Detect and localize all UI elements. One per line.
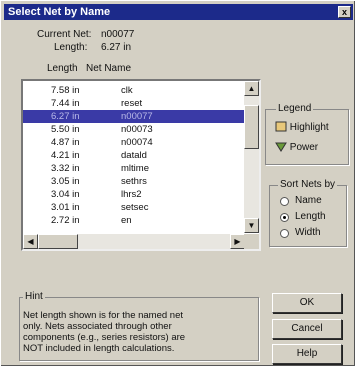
- length-value: 6.27 in: [101, 42, 132, 53]
- net-name: datald: [121, 150, 147, 161]
- cancel-button[interactable]: Cancel: [272, 319, 342, 339]
- legend-power-label: Power: [289, 142, 319, 153]
- scroll-left-button[interactable]: ◀: [23, 234, 38, 249]
- legend-highlight: Highlight: [275, 121, 329, 133]
- net-row[interactable]: 3.01 in setsec: [23, 201, 245, 214]
- sort-name-radio[interactable]: [280, 197, 289, 206]
- net-length: 7.44 in: [51, 98, 80, 109]
- net-row[interactable]: 5.50 in n00073: [23, 123, 245, 136]
- net-length: 3.01 in: [51, 202, 80, 213]
- net-name: n00074: [121, 137, 153, 148]
- net-length: 3.04 in: [51, 189, 80, 200]
- legend-group: [265, 109, 349, 165]
- net-row[interactable]: 2.72 in en: [23, 214, 245, 227]
- vertical-scroll-thumb[interactable]: [244, 105, 259, 149]
- net-row[interactable]: 3.04 in lhrs2: [23, 188, 245, 201]
- hint-line: only. Nets associated through other: [23, 321, 172, 332]
- hint-line: components (e.g., series resistors) are: [23, 332, 186, 343]
- hint-title: Hint: [23, 291, 45, 302]
- title-bar: Select Net by Name x: [4, 4, 353, 20]
- scrollbar-corner: [244, 234, 259, 249]
- arrow-down-icon: ▼: [247, 221, 256, 230]
- vertical-scrollbar[interactable]: ▲ ▼: [244, 81, 259, 233]
- legend-title: Legend: [276, 103, 314, 114]
- net-name: n00073: [121, 124, 153, 135]
- net-row[interactable]: 3.32 in mltime: [23, 162, 245, 175]
- arrow-up-icon: ▲: [247, 84, 256, 93]
- column-header-net-name[interactable]: Net Name: [86, 63, 131, 74]
- net-length: 3.05 in: [51, 176, 80, 187]
- length-label: Length:: [54, 42, 88, 53]
- sort-width-radio[interactable]: [280, 229, 289, 238]
- power-icon: [275, 142, 287, 152]
- net-row[interactable]: 4.21 in datald: [23, 149, 245, 162]
- scroll-up-button[interactable]: ▲: [244, 81, 259, 96]
- net-name: en: [121, 215, 132, 226]
- help-button[interactable]: Help: [272, 344, 342, 364]
- sort-length-label: Length: [295, 211, 326, 222]
- sort-title: Sort Nets by: [278, 179, 338, 190]
- window-title: Select Net by Name: [8, 6, 111, 18]
- close-icon: x: [341, 7, 347, 17]
- legend-power: Power: [275, 141, 318, 153]
- hint-text: Net length shown is for the named net on…: [23, 310, 255, 354]
- net-row[interactable]: 6.27 in n00077: [23, 110, 245, 123]
- net-length: 7.58 in: [51, 85, 80, 96]
- net-length: 4.87 in: [51, 137, 80, 148]
- net-list-rows: 7.58 in clk 7.44 in reset 6.27 in n00077 5.50 …: [23, 81, 245, 233]
- highlight-icon: [275, 121, 287, 132]
- legend-highlight-label: Highlight: [289, 122, 329, 133]
- ok-button[interactable]: OK: [272, 293, 342, 313]
- net-name: sethrs: [121, 176, 147, 187]
- scroll-right-button[interactable]: ▶: [230, 234, 245, 249]
- sort-name-label: Name: [295, 195, 322, 206]
- horizontal-scroll-thumb[interactable]: [38, 234, 78, 249]
- sort-length-radio[interactable]: [280, 213, 289, 222]
- net-list[interactable]: 7.58 in clk 7.44 in reset 6.27 in n00077 5.50 …: [21, 79, 261, 251]
- net-name: lhrs2: [121, 189, 142, 200]
- net-name: mltime: [121, 163, 149, 174]
- net-name: reset: [121, 98, 143, 109]
- net-length: 3.32 in: [51, 163, 80, 174]
- net-row[interactable]: 7.44 in reset: [23, 97, 245, 110]
- net-name: n00077: [121, 111, 153, 122]
- current-net-label: Current Net:: [37, 29, 92, 40]
- hint-line: Net length shown is for the named net: [23, 310, 184, 321]
- scroll-down-button[interactable]: ▼: [244, 218, 259, 233]
- net-row[interactable]: 3.05 in sethrs: [23, 175, 245, 188]
- net-row[interactable]: 7.58 in clk: [23, 84, 245, 97]
- horizontal-scrollbar[interactable]: ◀ ▶: [23, 234, 245, 249]
- net-length: 2.72 in: [51, 215, 80, 226]
- arrow-left-icon: ◀: [27, 237, 34, 246]
- net-length: 4.21 in: [51, 150, 80, 161]
- net-name: setsec: [121, 202, 149, 213]
- net-row[interactable]: 4.87 in n00074: [23, 136, 245, 149]
- net-length: 6.27 in: [51, 111, 80, 122]
- close-button[interactable]: x: [338, 6, 351, 18]
- net-length: 5.50 in: [51, 124, 80, 135]
- arrow-right-icon: ▶: [234, 237, 241, 246]
- current-net-value: n00077: [101, 29, 135, 40]
- column-header-length[interactable]: Length: [47, 63, 78, 74]
- sort-width-label: Width: [295, 227, 321, 238]
- select-net-dialog: Select Net by Name x Current Net: n00077…: [0, 0, 356, 367]
- net-name: clk: [121, 85, 133, 96]
- hint-line: NOT included in length calculations.: [23, 343, 175, 354]
